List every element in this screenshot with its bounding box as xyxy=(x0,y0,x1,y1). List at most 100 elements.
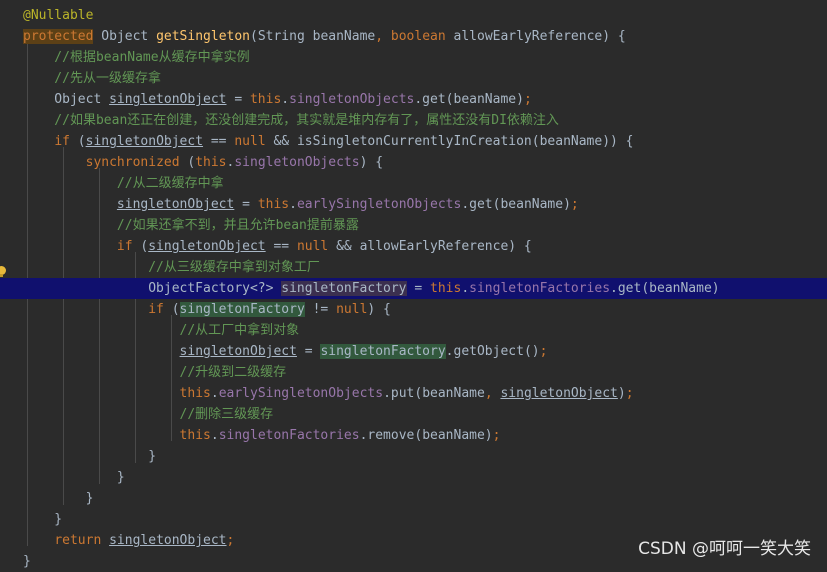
code-token: //如果bean还正在创建，还没创建完成，其实就是堆内存有了，属性还没有DI依赖… xyxy=(23,113,559,128)
code-line[interactable]: synchronized (this.singletonObjects) { xyxy=(0,152,827,173)
code-token: . xyxy=(281,92,290,107)
code-line-content: if (singletonFactory != null) { xyxy=(0,302,391,317)
code-line[interactable]: //从二级缓存中拿 xyxy=(0,173,827,194)
code-line[interactable]: this.singletonFactories.remove(beanName)… xyxy=(0,425,827,446)
code-token: null xyxy=(336,302,368,317)
code-token: if xyxy=(54,134,70,149)
code-line[interactable]: //先从一级缓存拿 xyxy=(0,68,827,89)
code-line-content: this.earlySingletonObjects.put(beanName,… xyxy=(0,386,634,401)
code-token: } xyxy=(23,449,157,464)
code-line-content: if (singletonObject == null && allowEarl… xyxy=(0,239,532,254)
code-token: null xyxy=(234,134,266,149)
code-editor[interactable]: @Nullable protected Object getSingleton(S… xyxy=(0,0,827,569)
code-line[interactable]: singletonObject = this.earlySingletonObj… xyxy=(0,194,827,215)
code-line[interactable]: //根据beanName从缓存中拿实例 xyxy=(0,47,827,68)
code-line[interactable]: } xyxy=(0,446,827,467)
code-line[interactable]: Object singletonObject = this.singletonO… xyxy=(0,89,827,110)
code-line-content: this.singletonFactories.remove(beanName)… xyxy=(0,428,501,443)
code-token: .getObject() xyxy=(445,344,540,359)
code-line-content: ObjectFactory<?> singletonFactory = this… xyxy=(0,281,720,296)
code-token: } xyxy=(23,491,94,506)
code-line[interactable]: //如果还拿不到，并且允许bean提前暴露 xyxy=(0,215,827,236)
code-line[interactable]: //从工厂中拿到对象 xyxy=(0,320,827,341)
code-token: singletonObjects xyxy=(234,155,360,170)
lightbulb-icon[interactable] xyxy=(0,266,6,278)
code-line-content: if (singletonObject == null && isSinglet… xyxy=(0,134,633,149)
code-token: .get(beanName) xyxy=(610,281,720,296)
code-token: singletonObject xyxy=(109,533,227,548)
code-token: @Nullable xyxy=(23,8,94,23)
code-line[interactable]: this.earlySingletonObjects.put(beanName,… xyxy=(0,383,827,404)
code-line[interactable]: //如果bean还正在创建，还没创建完成，其实就是堆内存有了，属性还没有DI依赖… xyxy=(0,110,827,131)
code-token: .get(beanName) xyxy=(414,92,524,107)
code-line[interactable]: //从三级缓存中拿到对象工厂 xyxy=(0,257,827,278)
code-token: //从工厂中拿到对象 xyxy=(23,323,300,338)
code-line[interactable]: if (singletonObject == null && allowEarl… xyxy=(0,236,827,257)
code-token: != xyxy=(304,302,337,317)
code-token: singletonObject xyxy=(85,134,204,149)
code-token: singletonObject xyxy=(116,197,235,212)
code-token: , xyxy=(484,386,501,401)
code-token: singletonFactory xyxy=(320,344,446,359)
code-token: this xyxy=(179,386,211,401)
code-line[interactable]: //删除三级缓存 xyxy=(0,404,827,425)
code-token: Object xyxy=(23,92,110,107)
code-line-content: //从二级缓存中拿 xyxy=(0,176,224,191)
code-token: ( xyxy=(163,302,180,317)
code-line[interactable]: } xyxy=(0,488,827,509)
code-token: . xyxy=(210,386,219,401)
code-token: . xyxy=(210,428,219,443)
code-token: //先从一级缓存拿 xyxy=(23,71,161,86)
code-token: if xyxy=(116,239,133,254)
code-line-content: } xyxy=(0,491,94,506)
code-line-content: synchronized (this.singletonObjects) { xyxy=(0,155,383,170)
code-token: .remove(beanName) xyxy=(359,428,493,443)
code-line[interactable]: @Nullable xyxy=(0,5,827,26)
code-token: singletonFactories xyxy=(469,281,611,296)
code-token: //删除三级缓存 xyxy=(23,407,274,422)
code-token: ( xyxy=(69,134,86,149)
code-token: singletonObject xyxy=(179,344,297,359)
code-line[interactable]: } xyxy=(0,509,827,530)
code-line-content: } xyxy=(0,449,156,464)
code-token: .put(beanName xyxy=(383,386,485,401)
code-line[interactable]: protected Object getSingleton(String bea… xyxy=(0,26,827,47)
code-token: this xyxy=(257,197,290,212)
code-token: } xyxy=(23,512,63,527)
code-line[interactable]: singletonObject = singletonFactory.getOb… xyxy=(0,341,827,362)
code-token: . xyxy=(461,281,470,296)
code-line-content: //从三级缓存中拿到对象工厂 xyxy=(0,260,320,275)
code-token: && allowEarlyReference) { xyxy=(328,239,532,254)
code-token: == xyxy=(265,239,297,254)
code-token: singletonFactory xyxy=(281,281,407,296)
code-token: = xyxy=(226,92,250,107)
code-line[interactable]: //升级到二级缓存 xyxy=(0,362,827,383)
code-line-content: Object singletonObject = this.singletonO… xyxy=(0,92,531,107)
code-token: if xyxy=(148,302,164,317)
code-token: = xyxy=(296,344,321,359)
code-token: return xyxy=(54,533,102,548)
code-line-current[interactable]: ObjectFactory<?> singletonFactory = this… xyxy=(0,278,827,299)
code-line-content: protected Object getSingleton(String bea… xyxy=(0,29,626,44)
code-token: singletonFactory xyxy=(179,302,305,317)
code-token: } xyxy=(23,470,125,485)
code-token: ; xyxy=(570,197,579,212)
watermark: CSDN @呵呵一笑大笑 xyxy=(638,539,811,559)
code-line[interactable]: } xyxy=(0,467,827,488)
code-token: this xyxy=(430,281,462,296)
code-token: singletonObject xyxy=(500,386,618,401)
code-token: ) xyxy=(617,386,626,401)
code-line[interactable]: if (singletonFactory != null) { xyxy=(0,299,827,320)
code-token: ; xyxy=(625,386,634,401)
code-token: singletonObjects xyxy=(289,92,415,107)
code-token: = xyxy=(406,281,430,296)
code-line[interactable]: if (singletonObject == null && isSinglet… xyxy=(0,131,827,152)
code-line-content: //删除三级缓存 xyxy=(0,407,274,422)
